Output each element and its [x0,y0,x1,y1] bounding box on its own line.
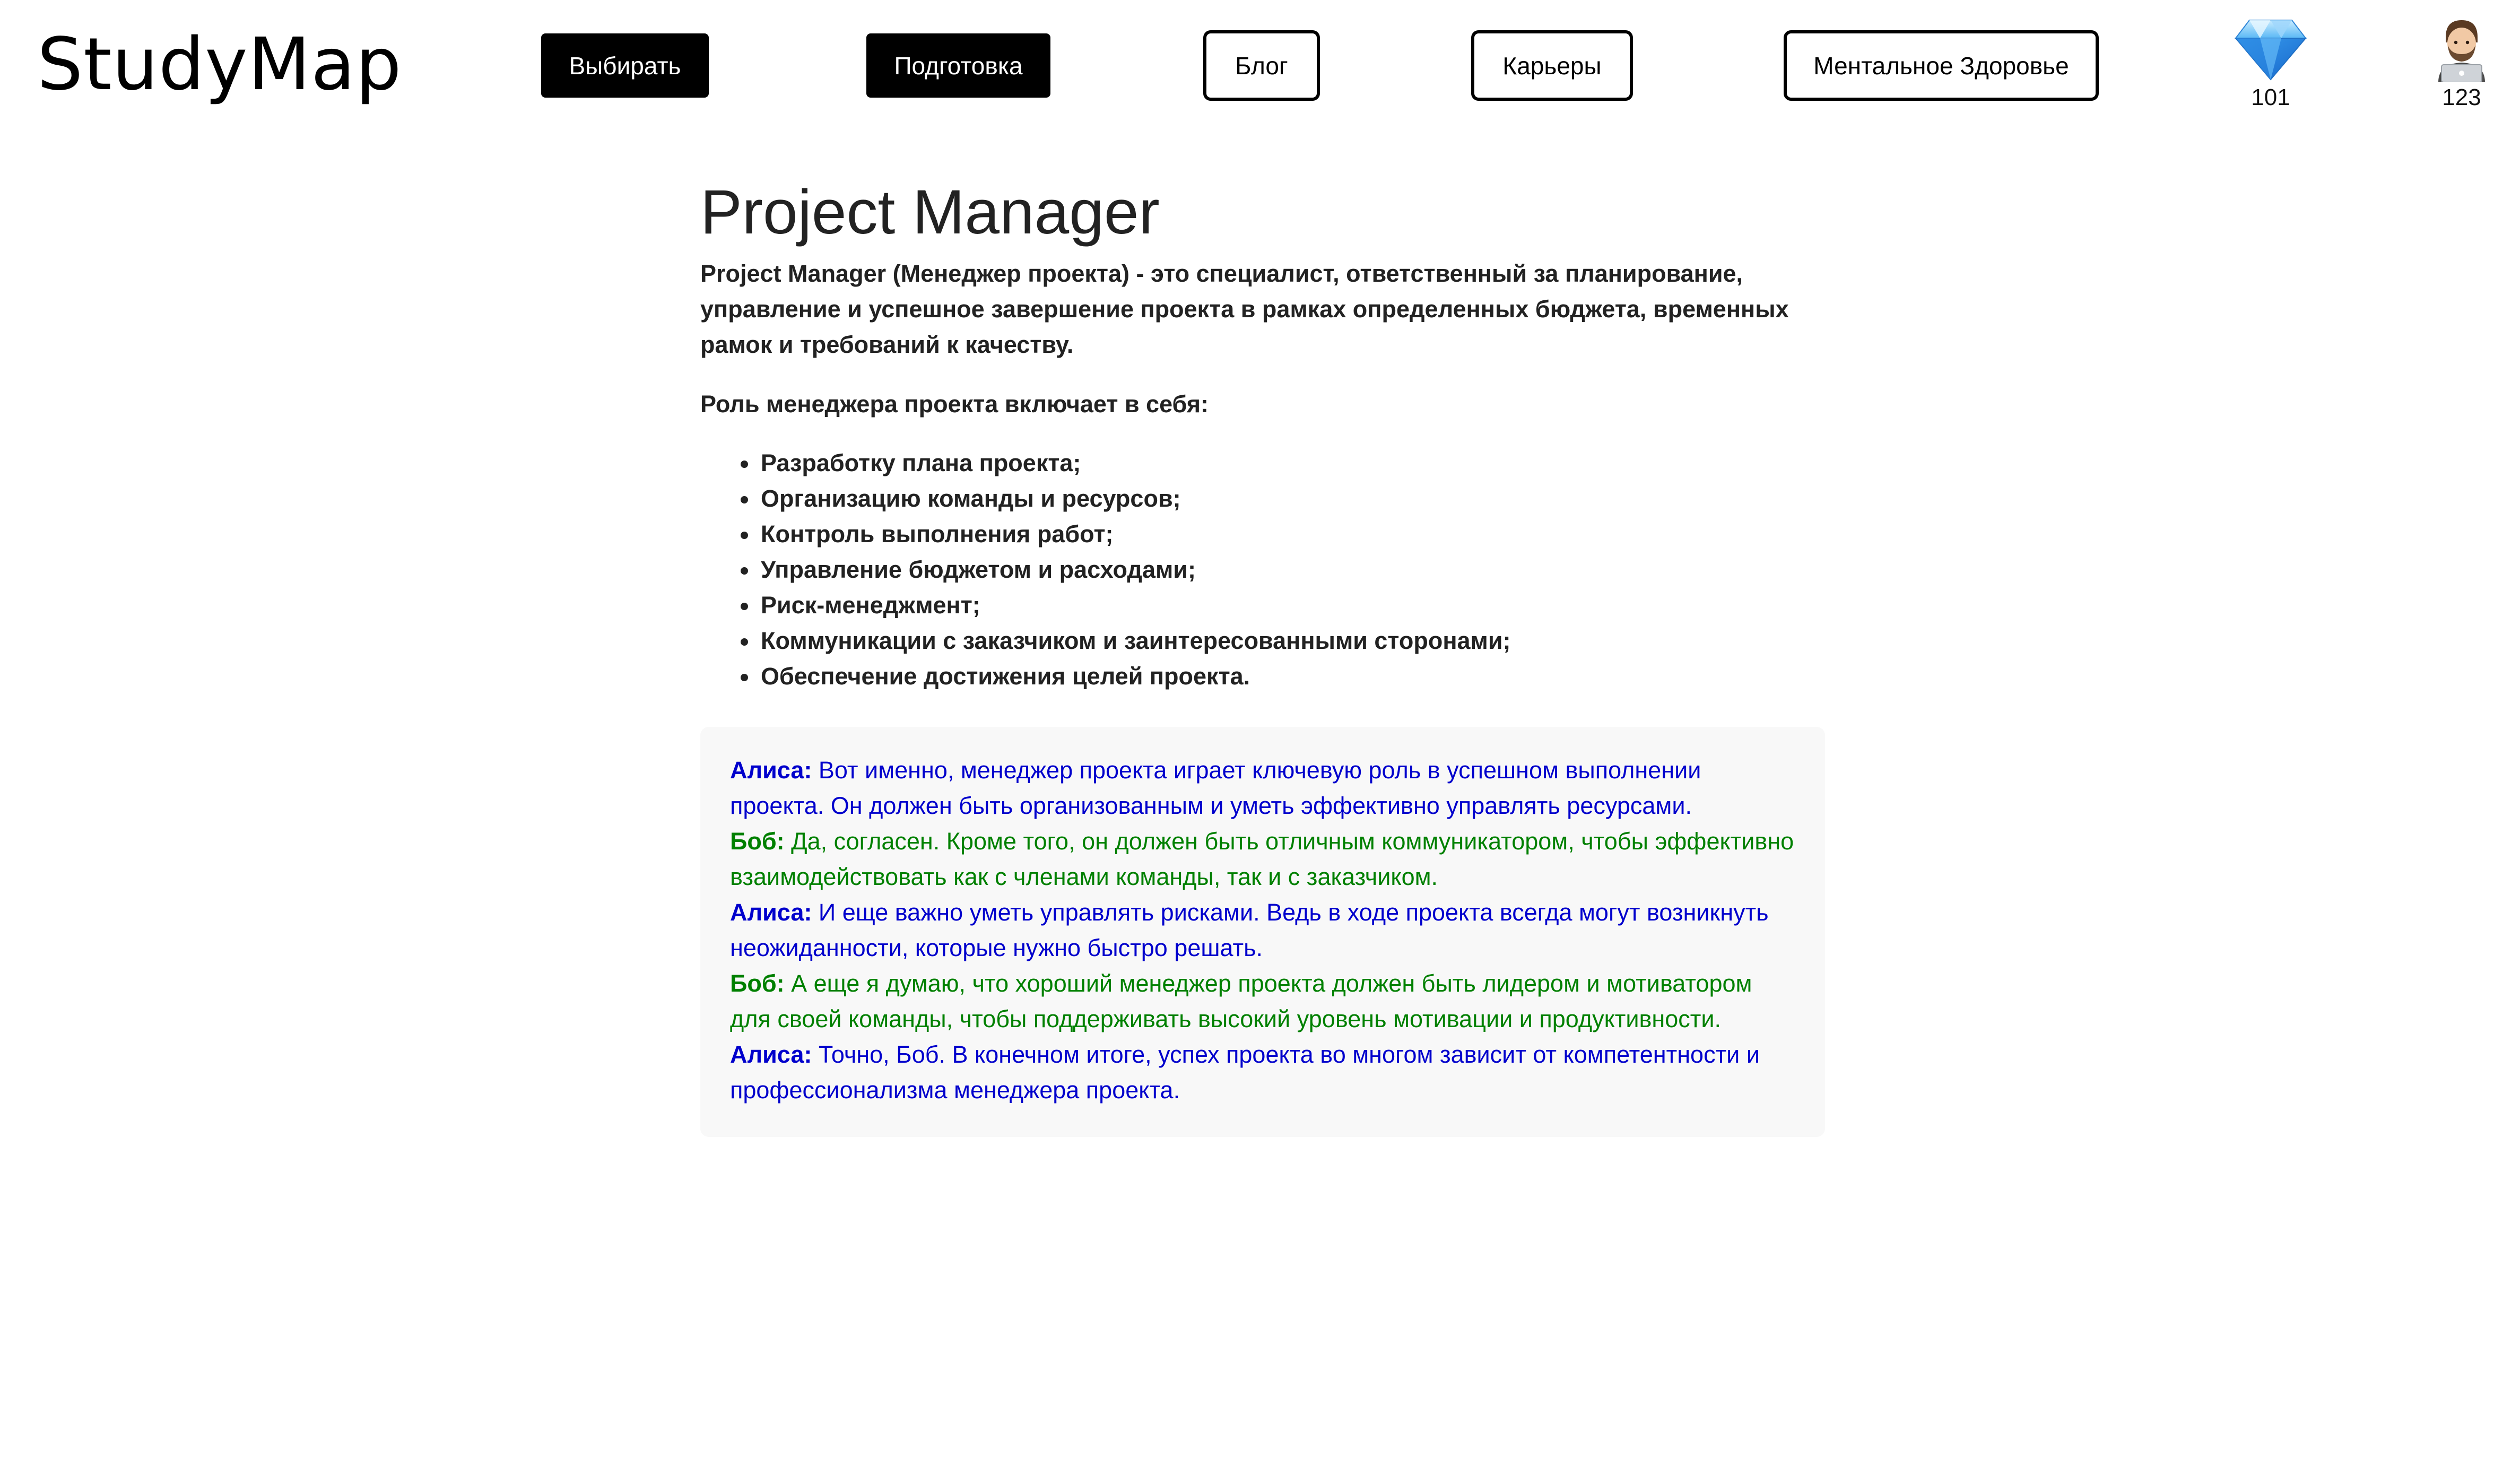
dialog-line-alice: Алиса: И еще важно уметь управлять риска… [730,894,1795,966]
speaker-name: Боб: [730,970,785,997]
list-item: Риск-менеджмент; [759,587,1825,623]
avatar-icon [2438,20,2485,82]
dialog-text: Точно, Боб. В конечном итоге, успех прое… [730,1041,1760,1104]
main-content: Project Manager Project Manager (Менедже… [700,175,1825,1137]
gems-count: 101 [2251,84,2290,110]
dialog-text: Вот именно, менеджер проекта играет ключ… [730,757,1701,819]
list-item: Обеспечение достижения целей проекта. [759,658,1825,694]
profile-counter[interactable]: 123 [2417,16,2507,111]
nav-choose-button[interactable]: Выбирать [541,33,709,98]
nav-mental-health-button[interactable]: Ментальное Здоровье [1784,30,2099,101]
intro-paragraph: Project Manager (Менеджер проекта) - это… [700,260,1789,358]
dialog-text: А еще я думаю, что хороший менеджер прое… [730,970,1752,1032]
diamond-icon [2234,20,2307,81]
list-item: Контроль выполнения работ; [759,516,1825,552]
role-heading: Роль менеджера проекта включает в себя: [700,390,1209,418]
dialog-box: Алиса: Вот именно, менеджер проекта игра… [700,727,1825,1137]
speaker-name: Алиса: [730,757,812,784]
dialog-line-alice: Алиса: Точно, Боб. В конечном итоге, усп… [730,1037,1795,1108]
page-title: Project Manager [700,177,1160,247]
duties-list: Разработку плана проекта; Организацию ко… [700,445,1825,694]
dialog-line-bob: Боб: А еще я думаю, что хороший менеджер… [730,966,1795,1037]
dialog-line-alice: Алиса: Вот именно, менеджер проекта игра… [730,752,1795,823]
site-logo[interactable]: StudyMap [37,22,402,107]
gems-counter[interactable]: 101 [2226,16,2316,111]
list-item: Разработку плана проекта; [759,445,1825,481]
dialog-text: И еще важно уметь управлять рисками. Вед… [730,899,1769,961]
speaker-name: Алиса: [730,1041,812,1068]
list-item: Управление бюджетом и расходами; [759,552,1825,587]
nav-preparation-button[interactable]: Подготовка [866,33,1050,98]
speaker-name: Алиса: [730,899,812,926]
speaker-name: Боб: [730,828,785,855]
nav-blog-button[interactable]: Блог [1203,30,1320,101]
dialog-line-bob: Боб: Да, согласен. Кроме того, он должен… [730,823,1795,894]
list-item: Коммуникации с заказчиком и заинтересова… [759,623,1825,658]
list-item: Организацию команды и ресурсов; [759,481,1825,516]
profile-count: 123 [2442,84,2481,110]
dialog-text: Да, согласен. Кроме того, он должен быть… [730,828,1794,890]
nav-careers-button[interactable]: Карьеры [1471,30,1633,101]
